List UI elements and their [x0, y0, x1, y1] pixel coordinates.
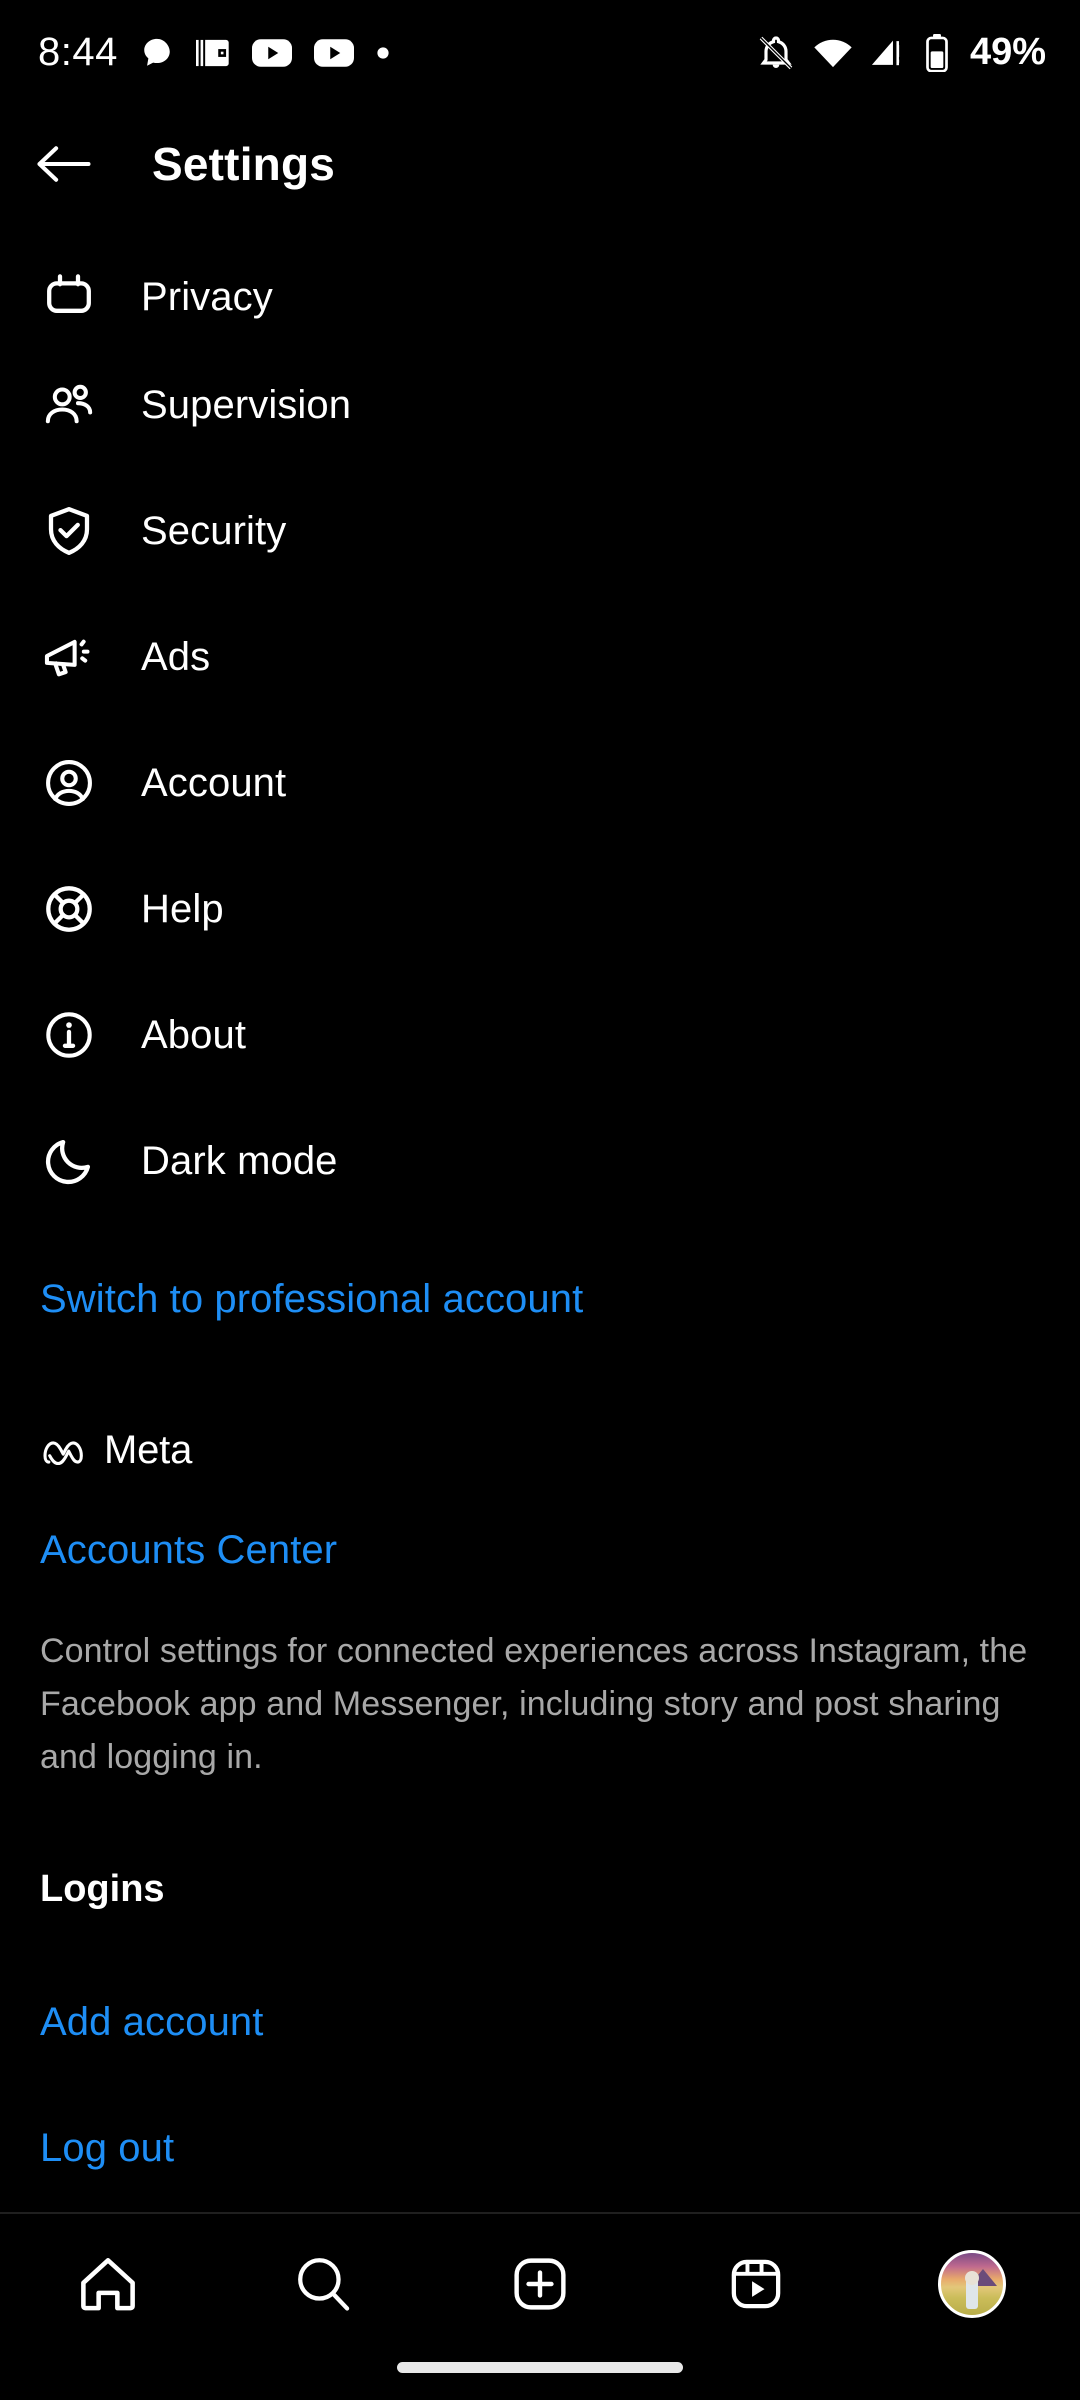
person-circle-icon	[40, 754, 98, 812]
status-bar: 8:44 49%	[0, 0, 1080, 105]
settings-item-label: Account	[141, 760, 287, 805]
create-icon	[509, 2253, 571, 2315]
bell-off-icon	[756, 33, 796, 73]
meta-brand-row: Meta	[40, 1428, 192, 1473]
settings-item-privacy[interactable]: Privacy	[0, 236, 1080, 342]
status-bar-clock: 8:44	[38, 30, 118, 74]
megaphone-icon	[40, 628, 98, 686]
info-circle-icon	[40, 1006, 98, 1064]
back-button[interactable]	[16, 116, 112, 212]
nav-profile-button[interactable]	[864, 2214, 1080, 2354]
people-icon	[40, 376, 98, 434]
youtube-icon	[251, 38, 292, 68]
chat-bubble-icon	[140, 36, 174, 70]
youtube-icon	[313, 38, 354, 68]
logins-section-title: Logins	[40, 1868, 165, 1910]
status-bar-right: 49%	[756, 31, 1046, 74]
meta-infinity-icon	[40, 1434, 90, 1468]
battery-icon	[925, 33, 949, 72]
dot-icon	[376, 46, 390, 60]
log-out-link[interactable]: Log out	[40, 2126, 174, 2171]
nav-home-button[interactable]	[0, 2214, 216, 2354]
avatar-head-shape	[965, 2271, 979, 2285]
settings-item-ads[interactable]: Ads	[0, 594, 1080, 720]
meta-brand-label: Meta	[104, 1428, 193, 1472]
profile-avatar	[938, 2250, 1006, 2318]
nav-search-button[interactable]	[216, 2214, 432, 2354]
search-icon	[294, 2254, 354, 2314]
settings-item-label: Help	[141, 886, 224, 931]
arrow-left-icon	[36, 142, 92, 186]
lock-icon	[40, 262, 98, 320]
settings-item-help[interactable]: Help	[0, 846, 1080, 972]
shield-check-icon	[40, 502, 98, 560]
status-bar-left: 8:44	[38, 30, 390, 75]
home-icon	[76, 2252, 140, 2316]
settings-item-dark-mode[interactable]: Dark mode	[0, 1098, 1080, 1224]
settings-item-label: Dark mode	[141, 1138, 338, 1183]
settings-item-label: Privacy	[141, 275, 273, 319]
accounts-center-link[interactable]: Accounts Center	[40, 1528, 337, 1573]
settings-item-label: Security	[141, 508, 287, 553]
home-indicator[interactable]	[397, 2362, 683, 2373]
switch-to-professional-account-link[interactable]: Switch to professional account	[40, 1277, 583, 1322]
wallet-icon	[195, 38, 230, 68]
app-header: Settings	[0, 105, 1080, 223]
accounts-center-description: Control settings for connected experienc…	[40, 1632, 1028, 1776]
moon-icon	[40, 1132, 98, 1190]
settings-item-label: About	[141, 1012, 247, 1057]
add-account-link[interactable]: Add account	[40, 2000, 263, 2045]
page-title: Settings	[152, 138, 336, 190]
life-ring-icon	[40, 880, 98, 938]
settings-item-supervision[interactable]: Supervision	[0, 342, 1080, 468]
wifi-icon	[813, 36, 853, 70]
cellular-signal-warning-icon	[870, 36, 908, 70]
settings-item-label: Supervision	[141, 382, 352, 427]
settings-item-account[interactable]: Account	[0, 720, 1080, 846]
nav-create-button[interactable]	[432, 2214, 648, 2354]
bottom-navigation-bar	[0, 2214, 1080, 2354]
reels-icon	[726, 2254, 786, 2314]
settings-item-label: Ads	[141, 634, 211, 679]
battery-percent-label: 49%	[969, 31, 1046, 73]
instagram-settings-screen: 8:44 49% Settings Privacy Supervision Se…	[0, 0, 1080, 2400]
settings-item-security[interactable]: Security	[0, 468, 1080, 594]
settings-list: Privacy Supervision Security Ads Account…	[0, 236, 1080, 1224]
settings-item-about[interactable]: About	[0, 972, 1080, 1098]
nav-reels-button[interactable]	[648, 2214, 864, 2354]
